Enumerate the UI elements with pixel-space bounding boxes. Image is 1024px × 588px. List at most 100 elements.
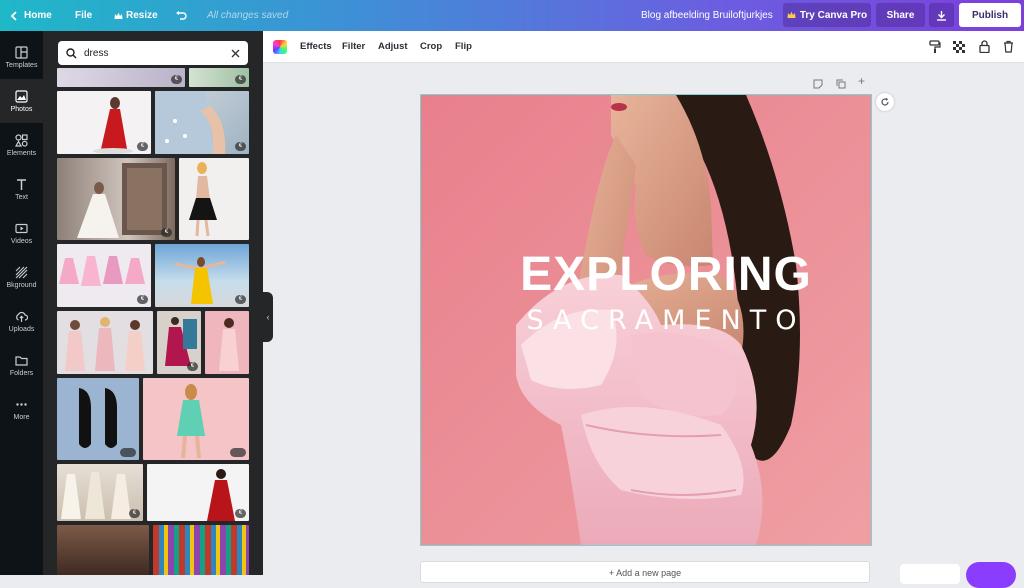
rotate-icon (881, 97, 889, 106)
resize-button[interactable]: Resize (114, 0, 158, 31)
sidebar-item-label: More (13, 413, 30, 421)
crop-button[interactable]: Crop (420, 31, 442, 62)
try-canva-pro-button[interactable]: Try Canva Pro (783, 3, 871, 27)
sidebar-item-videos[interactable]: Videos (0, 211, 43, 255)
text-icon (17, 178, 26, 190)
rotate-handle[interactable] (876, 93, 894, 111)
file-menu[interactable]: File (75, 0, 92, 31)
photo-thumbnail[interactable]: € (155, 91, 249, 154)
sidebar-item-text[interactable]: Text (0, 167, 43, 211)
photo-thumbnail[interactable] (205, 311, 249, 374)
pink-bg-dress-photo (219, 318, 239, 371)
photo-thumbnail[interactable]: € (189, 68, 249, 87)
zoom-control[interactable] (900, 564, 960, 584)
photo-thumbnail[interactable] (179, 158, 249, 240)
photo-thumbnail[interactable]: € (57, 91, 151, 154)
price-badge: € (129, 509, 140, 518)
price-badge: € (235, 75, 246, 84)
note-icon (813, 79, 823, 89)
canvas-title[interactable]: EXPLORING (441, 247, 871, 302)
sidebar-item-folders[interactable]: Folders (0, 343, 43, 387)
help-button[interactable] (966, 562, 1016, 588)
adjust-button[interactable]: Adjust (378, 31, 408, 62)
folders-icon (15, 355, 28, 366)
add-new-page-button[interactable]: + Add a new page (420, 561, 870, 583)
price-badge: € (137, 295, 148, 304)
uploads-icon (16, 311, 28, 322)
clear-icon[interactable] (231, 49, 240, 58)
add-page-plus-button[interactable]: + (858, 75, 865, 87)
sidebar-item-label: Folders (9, 369, 34, 377)
photo-thumbnail[interactable]: € (57, 158, 175, 240)
publish-button[interactable]: Publish (959, 3, 1021, 27)
share-button[interactable]: Share (876, 3, 925, 27)
sidebar-item-elements[interactable]: Elements (0, 123, 43, 167)
download-button[interactable] (929, 3, 954, 27)
copy-style-button[interactable] (929, 31, 941, 62)
effects-button[interactable]: Effects (300, 31, 332, 62)
crown-icon (787, 11, 796, 19)
home-label: Home (24, 10, 52, 21)
sidebar-item-label: Bkground (6, 281, 37, 289)
canvas-subtitle[interactable]: SACRAMENTO (441, 305, 871, 336)
plus-icon: + (858, 74, 866, 88)
photo-thumbnail[interactable]: € (57, 68, 185, 87)
lock-icon (979, 40, 990, 53)
top-bar: Home File Resize All changes saved Blog … (0, 0, 1024, 31)
undo-button[interactable] (175, 0, 187, 31)
sidebar-item-label: Uploads (8, 325, 35, 333)
sidebar-item-photos[interactable]: Photos (0, 79, 43, 123)
photo-thumbnail[interactable] (57, 378, 139, 460)
trash-icon (1004, 40, 1013, 53)
paint-roller-icon (929, 40, 941, 53)
more-icon (16, 402, 27, 406)
pro-badge (230, 448, 246, 457)
search-input[interactable]: dress (84, 48, 231, 59)
sidebar-item-uploads[interactable]: Uploads (0, 299, 43, 343)
design-page[interactable]: EXPLORING SACRAMENTO (420, 94, 872, 546)
chevron-left-icon (10, 10, 19, 21)
delete-button[interactable] (1003, 31, 1014, 62)
home-button[interactable]: Home (10, 0, 52, 31)
pro-badge (120, 448, 136, 457)
sidebar-item-background[interactable]: Bkground (0, 255, 43, 299)
sidebar-item-label: Templates (5, 61, 38, 69)
search-icon (66, 47, 77, 59)
edit-toolbar: Effects Filter Adjust Crop Flip (263, 31, 1024, 63)
photo-thumbnail[interactable] (57, 525, 149, 575)
sidebar-item-label: Videos (10, 237, 33, 245)
page-notes-button[interactable] (813, 76, 823, 94)
photo-thumbnail[interactable]: € (157, 311, 201, 374)
price-badge: € (161, 228, 172, 237)
photo-thumbnail[interactable]: € (147, 464, 249, 521)
photo-thumbnail[interactable]: € (57, 464, 143, 521)
search-bar[interactable]: dress (58, 41, 248, 65)
sidebar-item-more[interactable]: More (0, 387, 43, 431)
sidebar-item-templates[interactable]: Templates (0, 35, 43, 79)
collapse-panel-button[interactable]: ‹ (263, 292, 273, 342)
design-title[interactable]: Blog afbeelding Bruiloftjurkjes (641, 0, 773, 31)
transparency-button[interactable] (953, 31, 965, 62)
photo-thumbnail[interactable] (153, 525, 249, 575)
sidebar-item-label: Elements (6, 149, 37, 157)
red-gown-photo (207, 469, 235, 521)
filter-button[interactable]: Filter (342, 31, 365, 62)
photo-thumbnail[interactable] (57, 311, 153, 374)
templates-icon (15, 45, 28, 59)
price-badge: € (235, 509, 246, 518)
duplicate-icon (836, 79, 846, 89)
black-dress-photo (189, 162, 217, 237)
left-sidebar: Templates Photos Elements Text Videos Bk… (0, 31, 43, 575)
color-picker-button[interactable] (273, 31, 287, 62)
price-badge: € (171, 75, 182, 84)
videos-icon (15, 223, 28, 233)
crown-icon (114, 12, 123, 20)
duplicate-page-button[interactable] (836, 76, 846, 94)
price-badge: € (235, 142, 246, 151)
photo-thumbnail[interactable] (143, 378, 249, 460)
photo-thumbnail[interactable]: € (57, 244, 151, 307)
flip-button[interactable]: Flip (455, 31, 472, 62)
photo-thumbnail[interactable]: € (155, 244, 249, 307)
background-icon (15, 266, 28, 278)
lock-button[interactable] (979, 31, 990, 62)
